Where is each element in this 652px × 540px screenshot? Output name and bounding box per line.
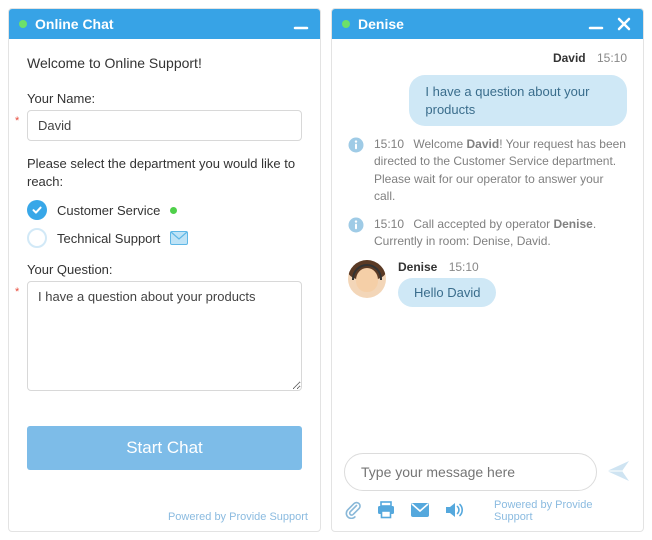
dept-option-customer-service[interactable]: Customer Service (27, 200, 302, 220)
name-label: Your Name: (27, 91, 302, 106)
dept-label: Technical Support (57, 231, 160, 246)
mail-icon[interactable] (410, 502, 430, 521)
info-icon (348, 137, 364, 206)
required-star-icon: * (15, 115, 19, 127)
system-time: 15:10 (374, 217, 404, 231)
chat-panel: Denise David 15:10 I have a question abo… (331, 8, 644, 532)
prechat-panel: Online Chat Welcome to Online Support! *… (8, 8, 321, 532)
radio-selected-icon (27, 200, 47, 220)
info-icon (348, 217, 364, 251)
powered-link[interactable]: Powered by Provide Support (494, 499, 631, 523)
operator-message-row: Denise 15:10 Hello David (348, 260, 627, 307)
online-dot-icon (170, 207, 177, 214)
question-input[interactable] (27, 281, 302, 391)
sound-icon[interactable] (444, 501, 466, 522)
powered-link[interactable]: Powered by Provide Support (168, 511, 308, 523)
status-dot-icon (19, 20, 27, 28)
mail-icon (170, 231, 188, 245)
chat-titlebar: Denise (332, 9, 643, 39)
name-input[interactable] (27, 110, 302, 141)
dept-prompt: Please select the department you would l… (27, 155, 302, 190)
send-icon[interactable] (605, 458, 631, 487)
powered-by: Powered by Provide Support (9, 503, 320, 531)
operator-name: Denise (398, 260, 437, 274)
question-label: Your Question: (27, 262, 302, 277)
operator-time: 15:10 (449, 260, 479, 274)
close-icon[interactable] (615, 15, 633, 33)
start-chat-button[interactable]: Start Chat (27, 426, 302, 470)
prechat-titlebar: Online Chat (9, 9, 320, 39)
prechat-title: Online Chat (35, 16, 284, 32)
system-message: 15:10 Welcome David! Your request has be… (348, 136, 627, 206)
minimize-icon[interactable] (292, 15, 310, 33)
system-time: 15:10 (374, 137, 404, 151)
message-input[interactable] (344, 453, 597, 491)
dept-label: Customer Service (57, 203, 160, 218)
radio-unselected-icon (27, 228, 47, 248)
user-message-bubble: I have a question about your products (409, 75, 627, 126)
avatar (348, 260, 386, 298)
welcome-text: Welcome to Online Support! (27, 55, 302, 71)
operator-message-bubble: Hello David (398, 278, 496, 307)
chat-title: Denise (358, 16, 579, 32)
operator-msg-meta: Denise 15:10 (398, 260, 627, 274)
print-icon[interactable] (376, 501, 396, 522)
required-star-icon: * (15, 286, 19, 298)
minimize-icon[interactable] (587, 15, 605, 33)
user-time: 15:10 (597, 51, 627, 65)
user-name: David (553, 51, 586, 65)
status-dot-icon (342, 20, 350, 28)
user-msg-meta: David 15:10 (348, 51, 627, 65)
attach-icon[interactable] (344, 501, 362, 522)
dept-option-technical-support[interactable]: Technical Support (27, 228, 302, 248)
system-message: 15:10 Call accepted by operator Denise. … (348, 216, 627, 251)
